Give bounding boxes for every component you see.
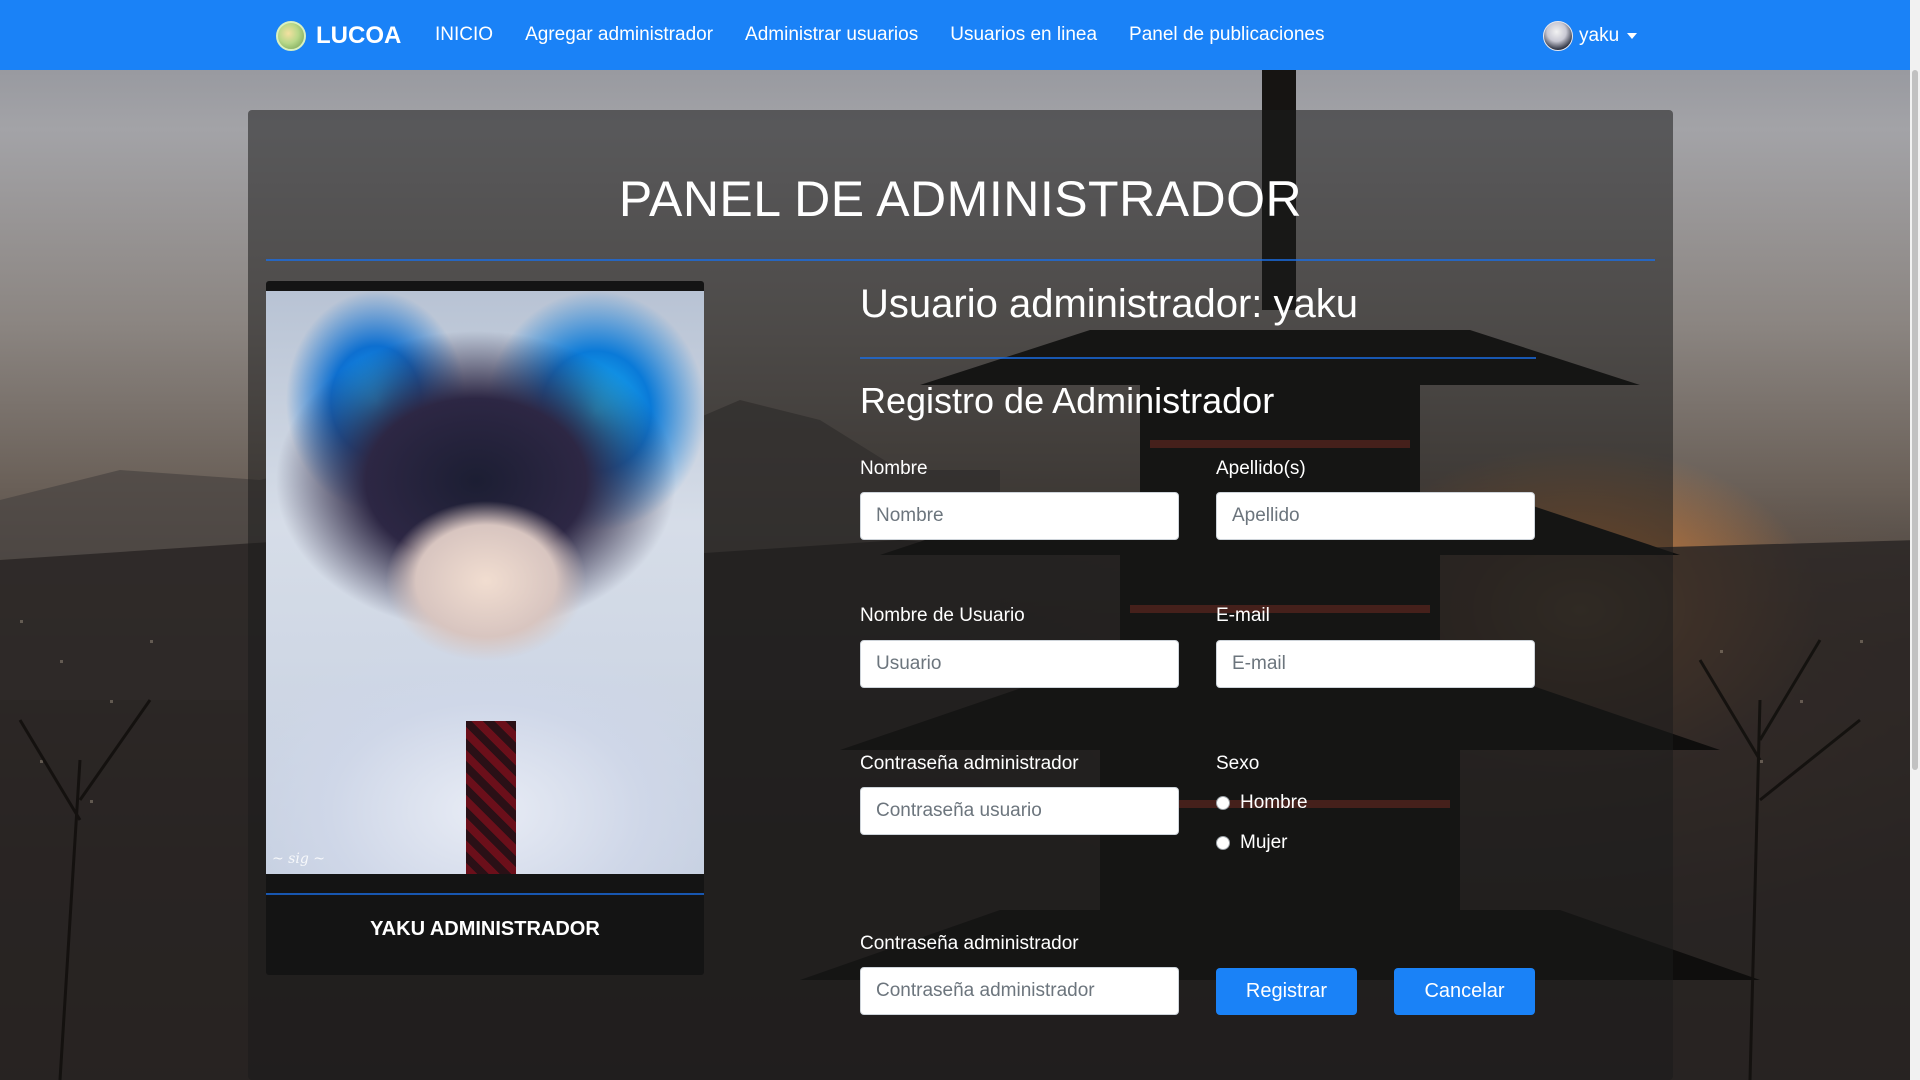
nombre-input[interactable]	[860, 492, 1179, 540]
page-title: PANEL DE ADMINISTRADOR	[618, 171, 1303, 227]
registrar-button[interactable]: Registrar	[1216, 968, 1357, 1015]
navbar: LUCOA INICIO Agregar administrador Admin…	[0, 0, 1920, 70]
title-divider	[266, 259, 1655, 261]
nav-link-inicio[interactable]: INICIO	[435, 24, 493, 46]
password-usuario-input[interactable]	[860, 787, 1179, 835]
email-label: E-mail	[1216, 605, 1270, 626]
profile-image-tie	[466, 721, 516, 874]
cancelar-button[interactable]: Cancelar	[1394, 968, 1535, 1015]
password-admin-input[interactable]	[860, 967, 1179, 1015]
user-avatar	[1543, 21, 1573, 51]
usuario-label: Nombre de Usuario	[860, 605, 1025, 626]
nav-link-administrar-usuarios[interactable]: Administrar usuarios	[745, 24, 918, 46]
radio-mujer-circle[interactable]	[1216, 836, 1230, 850]
profile-name: YAKU ADMINISTRADOR	[370, 918, 600, 940]
radio-mujer-label: Mujer	[1240, 832, 1288, 853]
brand-logo-icon	[276, 21, 306, 51]
radio-hombre-label: Hombre	[1240, 792, 1308, 813]
password-usuario-label: Contraseña administrador	[860, 753, 1079, 774]
nav-links: INICIO Agregar administrador Administrar…	[435, 0, 1324, 70]
usuario-input[interactable]	[860, 640, 1179, 688]
nav-link-panel-de-publicaciones[interactable]: Panel de publicaciones	[1129, 24, 1324, 46]
admin-user-heading: Usuario administrador: yaku	[860, 282, 1358, 326]
nav-link-usuarios-en-linea[interactable]: Usuarios en linea	[950, 24, 1097, 46]
radio-mujer[interactable]: Mujer	[1216, 832, 1288, 854]
nombre-label: Nombre	[860, 458, 928, 479]
apellido-input[interactable]	[1216, 492, 1535, 540]
form-divider	[860, 357, 1536, 359]
brand-link[interactable]: LUCOA	[276, 20, 401, 52]
nav-link-agregar-administrador[interactable]: Agregar administrador	[525, 24, 713, 46]
profile-image: ~ sig ~	[266, 291, 704, 874]
sexo-label: Sexo	[1216, 753, 1260, 774]
radio-hombre[interactable]: Hombre	[1216, 792, 1308, 814]
profile-image-signature: ~ sig ~	[272, 851, 325, 867]
form-title: Registro de Administrador	[860, 380, 1275, 421]
user-name: yaku	[1579, 25, 1620, 46]
email-input[interactable]	[1216, 640, 1535, 688]
brand-name: LUCOA	[316, 22, 402, 49]
chevron-down-icon	[1627, 33, 1638, 39]
profile-divider	[266, 893, 704, 895]
password-admin-label: Contraseña administrador	[860, 933, 1079, 954]
page-scrollbar-thumb[interactable]	[1912, 70, 1918, 770]
radio-hombre-circle[interactable]	[1216, 796, 1230, 810]
user-dropdown[interactable]: yaku	[1543, 20, 1638, 52]
apellido-label: Apellido(s)	[1216, 458, 1306, 479]
